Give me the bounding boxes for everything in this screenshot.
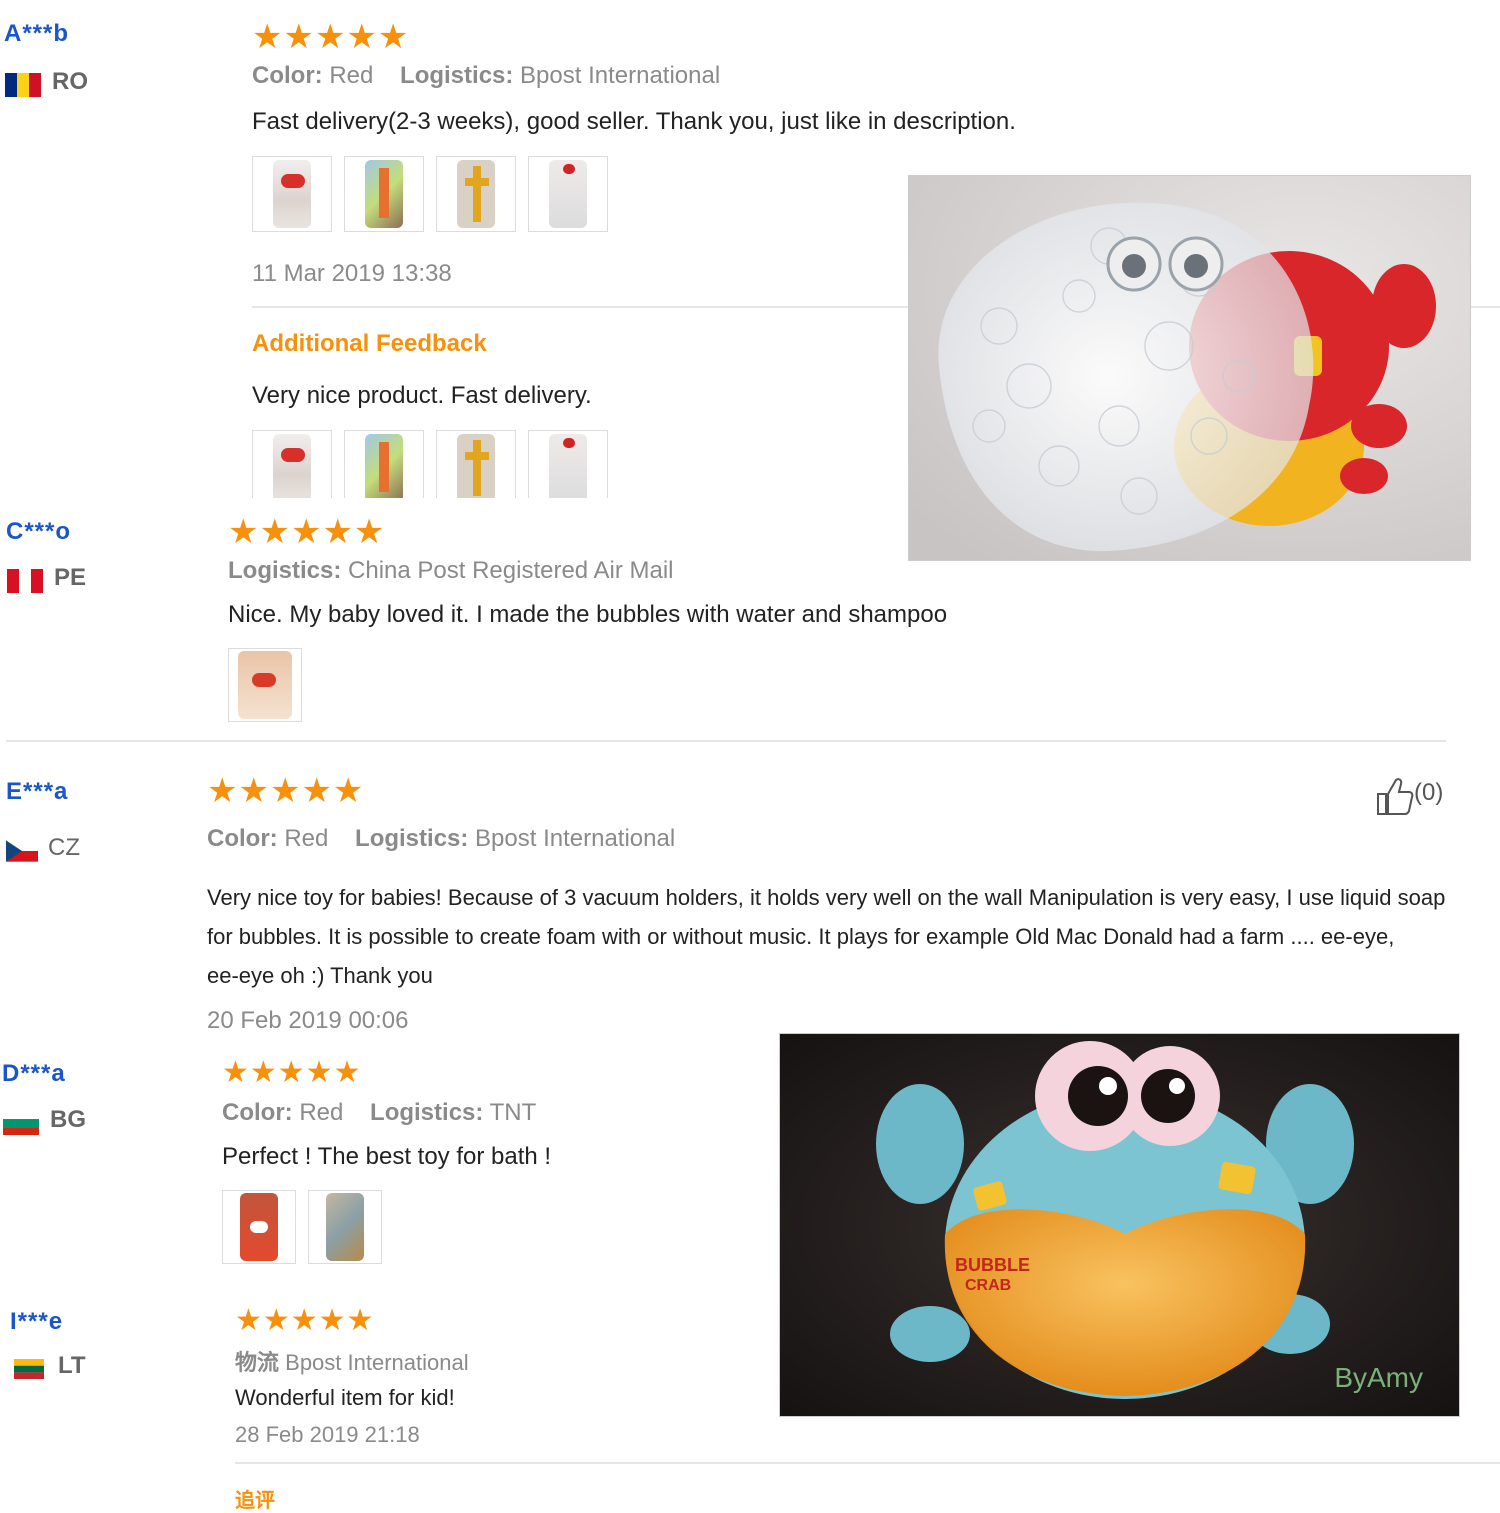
review-text-line: ee-eye oh :) Thank you <box>207 963 433 988</box>
country-code: BG <box>50 1106 86 1133</box>
reviewer-country: LT <box>10 1352 86 1380</box>
reviewer-name: E***a <box>6 778 69 805</box>
color-value: Red <box>329 62 374 89</box>
additional-feedback-text: Very nice product. Fast delivery. <box>252 382 592 409</box>
blue-crab-illustration: BUBBLE CRAB <box>780 1034 1459 1416</box>
review-text: Perfect ! The best toy for bath ! <box>222 1143 552 1170</box>
color-label: Color: <box>252 62 323 89</box>
reviewer-country: CZ <box>6 834 80 863</box>
star-rating: ★★★★★ <box>235 1304 375 1337</box>
review-text: Fast delivery(2-3 weeks), good seller. T… <box>252 108 1016 135</box>
flag-cz-icon <box>6 840 38 862</box>
review-meta: 物流 Bpost International <box>235 1345 469 1377</box>
country-code: RO <box>52 68 88 95</box>
logistics-label: 物流 <box>235 1350 280 1375</box>
additional-feedback-title: 追评 <box>235 1490 275 1512</box>
review-date: 28 Feb 2019 21:18 <box>235 1422 420 1447</box>
country-code: CZ <box>48 834 80 861</box>
review-date: 11 Mar 2019 13:38 <box>252 260 452 287</box>
flag-lt-icon <box>14 1358 44 1379</box>
star-rating: ★★★★★ <box>228 513 386 551</box>
logistics-label: Logistics: <box>355 825 469 852</box>
review-meta: Color: Red Logistics: Bpost Internationa… <box>207 825 675 853</box>
photo-watermark: ByAmy <box>1334 1362 1423 1393</box>
color-label: Color: <box>207 825 278 852</box>
divider <box>6 740 1446 742</box>
reviewer-name: D***a <box>2 1060 66 1087</box>
additional-feedback-title: Additional Feedback <box>252 330 487 357</box>
review-text: Very nice toy for babies! Because of 3 v… <box>207 878 1445 995</box>
reviewer-name: I***e <box>10 1308 64 1335</box>
product-photo-bubbles[interactable] <box>908 175 1471 561</box>
color-value: Red <box>284 825 329 852</box>
logistics-value: Bpost International <box>475 825 676 852</box>
review-photo-thumb[interactable] <box>344 156 424 232</box>
review-text: Nice. My baby loved it. I made the bubbl… <box>228 601 948 628</box>
star-rating: ★★★★★ <box>252 18 410 56</box>
review-meta: Logistics: China Post Registered Air Mai… <box>228 557 674 585</box>
logistics-label: Logistics: <box>400 62 514 89</box>
review-thumbnails <box>222 1190 382 1264</box>
review-meta: Color: Red Logistics: TNT <box>222 1099 536 1127</box>
review-text-line: Very nice toy for babies! Because of 3 v… <box>207 885 1446 910</box>
reviewer-country: RO <box>4 68 88 97</box>
reviewer-name: A***b <box>4 20 70 47</box>
flag-bg-icon <box>3 1110 39 1135</box>
logistics-label: Logistics: <box>228 557 342 584</box>
review-meta: Color: Red Logistics: Bpost Internationa… <box>252 62 720 90</box>
star-rating: ★★★★★ <box>222 1056 362 1089</box>
review-photo-thumb[interactable] <box>308 1190 382 1264</box>
review-date: 20 Feb 2019 00:06 <box>207 1007 409 1034</box>
country-code: LT <box>58 1352 86 1379</box>
reviewer-name: C***o <box>6 518 72 545</box>
review-text: Wonderful item for kid! <box>235 1385 455 1410</box>
logistics-value: Bpost International <box>520 62 721 89</box>
review-photo-thumb[interactable] <box>228 648 302 722</box>
flag-pe-icon <box>7 568 43 593</box>
helpful-button[interactable]: (0) <box>1376 776 1443 816</box>
review-thumbnails <box>252 156 608 232</box>
logistics-value: TNT <box>489 1099 537 1126</box>
divider <box>235 1462 1500 1464</box>
review-photo-thumb[interactable] <box>252 430 332 498</box>
reviewer-country: BG <box>2 1106 86 1135</box>
review-photo-thumb[interactable] <box>222 1190 296 1264</box>
review-photo-thumb[interactable] <box>252 156 332 232</box>
logistics-label: Logistics: <box>370 1099 484 1126</box>
crab-brand-line1: BUBBLE <box>955 1255 1030 1275</box>
crab-brand-line2: CRAB <box>965 1277 1011 1294</box>
color-value: Red <box>299 1099 344 1126</box>
country-code: PE <box>54 564 87 591</box>
review-photo-thumb[interactable] <box>436 430 516 498</box>
logistics-value: China Post Registered Air Mail <box>348 557 674 584</box>
review-text-line: for bubbles. It is possible to create fo… <box>207 924 1395 949</box>
additional-thumbnails <box>252 430 632 498</box>
helpful-count: (0) <box>1414 779 1444 807</box>
crab-bubbles-illustration <box>909 176 1470 560</box>
reviewer-country: PE <box>6 564 86 593</box>
review-thumbnails <box>228 648 302 722</box>
color-label: Color: <box>222 1099 293 1126</box>
star-rating: ★★★★★ <box>207 772 365 810</box>
logistics-value: Bpost International <box>285 1350 469 1375</box>
review-photo-thumb[interactable] <box>528 156 608 232</box>
product-photo-crab[interactable]: BUBBLE CRAB ByAmy <box>779 1033 1460 1417</box>
review-photo-thumb[interactable] <box>528 430 608 498</box>
flag-ro-icon <box>5 72 41 97</box>
thumbs-up-icon <box>1377 778 1414 815</box>
review-photo-thumb[interactable] <box>344 430 424 498</box>
review-photo-thumb[interactable] <box>436 156 516 232</box>
